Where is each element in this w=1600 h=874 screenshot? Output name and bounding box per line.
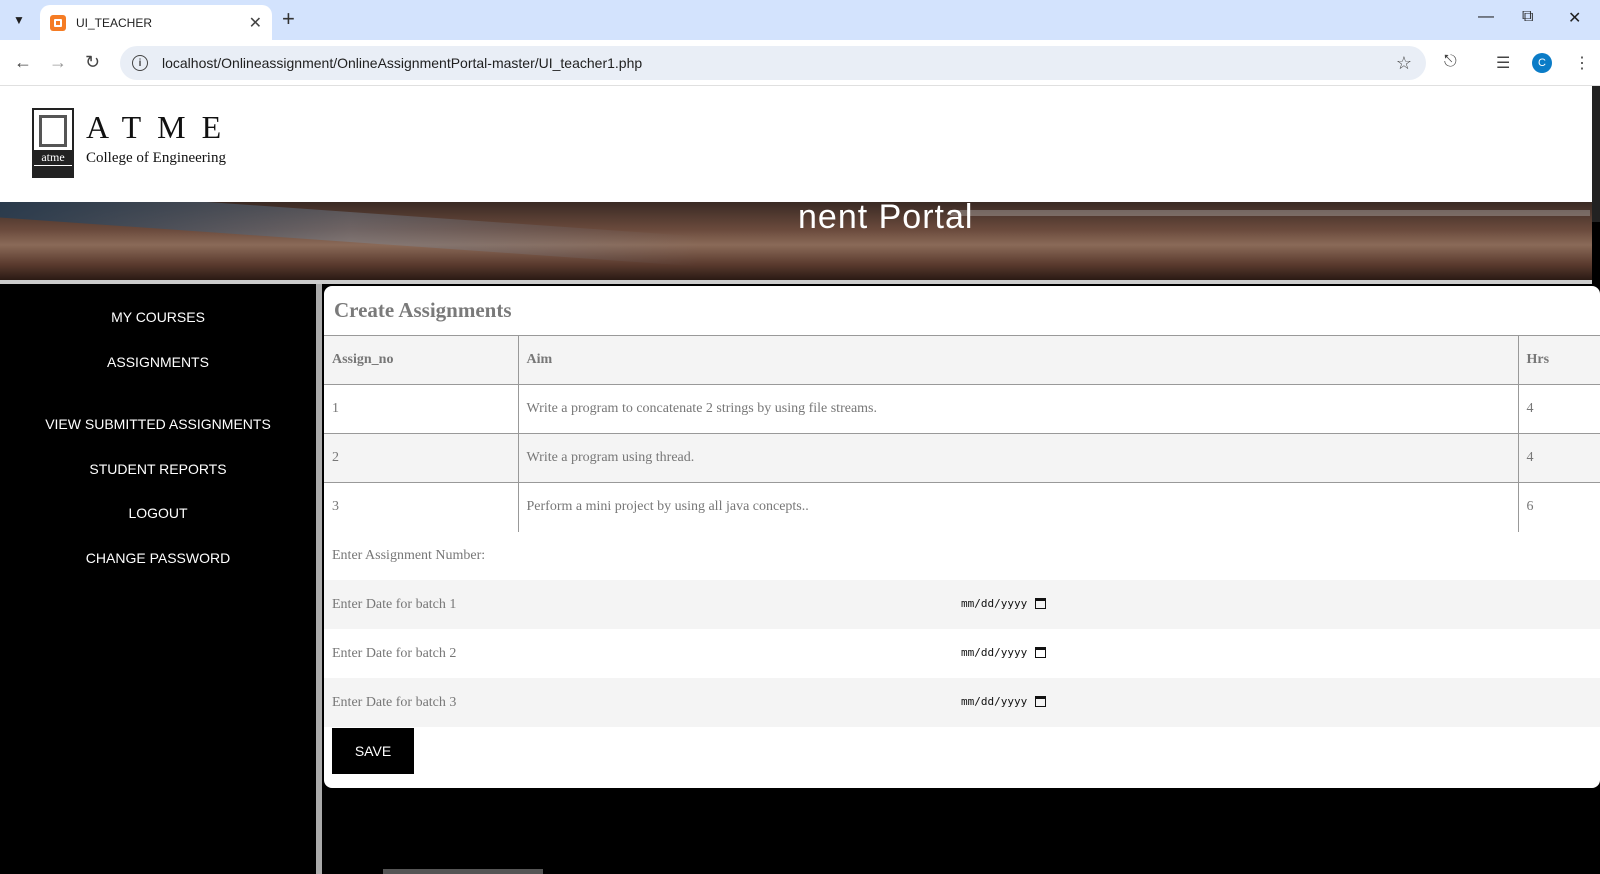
batch3-date-input[interactable]: mm/dd/yyyy [961, 695, 1047, 708]
sidebar-item-my-courses[interactable]: MY COURSES [0, 309, 316, 325]
cell-aim: Write a program using thread. [517, 433, 1518, 483]
batch1-label: Enter Date for batch 1 [332, 596, 457, 612]
sidebar-divider [316, 284, 322, 874]
batch3-label: Enter Date for batch 3 [332, 694, 457, 710]
cell-hrs: 4 [1517, 433, 1600, 483]
logo-mark-icon: atme [32, 108, 74, 178]
sidebar-item-logout[interactable]: LOGOUT [0, 505, 316, 521]
browser-menu-icon[interactable]: ⋮ [1574, 53, 1590, 73]
restore-icon[interactable]: ⧉ [1522, 8, 1533, 26]
sidebar-item-student-reports[interactable]: STUDENT REPORTS [0, 461, 316, 477]
sidebar-nav: MY COURSES ASSIGNMENTS VIEW SUBMITTED AS… [0, 284, 316, 874]
media-controls-icon[interactable]: ☰ [1496, 53, 1510, 73]
new-tab-icon[interactable]: + [282, 8, 295, 30]
batch3-row: Enter Date for batch 3 mm/dd/yyyy [324, 678, 1600, 727]
cell-aim: Perform a mini project by using all java… [517, 482, 1518, 532]
address-url[interactable]: localhost/Onlineassignment/OnlineAssignm… [162, 55, 1396, 71]
extensions-icon[interactable]: ⎋ [1444, 53, 1457, 71]
sidebar-item-view-submitted[interactable]: VIEW SUBMITTED ASSIGNMENTS [0, 416, 316, 432]
browser-tab[interactable]: UI_TEACHER ✕ [40, 5, 272, 40]
assignment-number-row: Enter Assignment Number: [324, 531, 1600, 580]
profile-avatar[interactable]: C [1532, 53, 1552, 73]
address-bar[interactable]: i localhost/Onlineassignment/OnlineAssig… [120, 46, 1426, 80]
batch1-row: Enter Date for batch 1 mm/dd/yyyy [324, 580, 1600, 629]
back-icon[interactable]: ← [14, 52, 32, 73]
minimize-icon[interactable]: — [1478, 8, 1494, 26]
column-header-hrs: Hrs [1517, 335, 1600, 385]
table-row: 2 Write a program using thread. 4 [324, 433, 1600, 483]
cell-assign-no: 2 [324, 433, 518, 483]
calendar-icon[interactable] [1035, 696, 1047, 707]
bookmark-star-icon[interactable]: ☆ [1396, 53, 1412, 74]
reload-icon[interactable]: ↻ [85, 52, 100, 73]
logo-subtitle: College of Engineering [86, 150, 226, 166]
banner: nent Portal [0, 202, 1592, 280]
sidebar-item-assignments[interactable]: ASSIGNMENTS [0, 354, 316, 370]
table-row: 3 Perform a mini project by using all ja… [324, 482, 1600, 532]
tab-title: UI_TEACHER [76, 15, 153, 30]
create-assignments-panel: Create Assignments Assign_no Aim Hrs 1 W… [324, 286, 1600, 788]
logo-title: ATME [86, 109, 238, 145]
column-header-assign-no: Assign_no [324, 335, 518, 385]
assignment-form: Enter Assignment Number: Enter Date for … [324, 531, 1600, 727]
page-scrollbar[interactable] [1592, 86, 1600, 222]
logo-mark-word: atme [34, 150, 72, 165]
calendar-icon[interactable] [1035, 647, 1047, 658]
calendar-icon[interactable] [1035, 598, 1047, 609]
browser-tab-bar: ▼ UI_TEACHER ✕ + — ⧉ ✕ [0, 0, 1600, 40]
browser-toolbar: ← → ↻ i localhost/Onlineassignment/Onlin… [0, 40, 1600, 86]
tab-close-icon[interactable]: ✕ [249, 13, 262, 33]
column-header-aim: Aim [517, 335, 1518, 385]
site-header: atme ATME College of Engineering [0, 86, 1592, 202]
forward-icon[interactable]: → [49, 52, 67, 73]
cell-aim: Write a program to concatenate 2 strings… [517, 384, 1518, 434]
xampp-favicon-icon [50, 14, 66, 31]
batch2-row: Enter Date for batch 2 mm/dd/yyyy [324, 629, 1600, 678]
web-page: atme ATME College of Engineering nent Po… [0, 86, 1600, 874]
site-info-icon[interactable]: i [132, 55, 148, 71]
save-button[interactable]: SAVE [332, 728, 414, 774]
cell-hrs: 4 [1517, 384, 1600, 434]
page-title: Create Assignments [334, 298, 512, 322]
window-close-icon[interactable]: ✕ [1568, 8, 1581, 28]
batch1-date-input[interactable]: mm/dd/yyyy [961, 597, 1047, 610]
sidebar-item-change-password[interactable]: CHANGE PASSWORD [0, 550, 316, 566]
banner-title: nent Portal [798, 202, 974, 236]
assignment-number-label: Enter Assignment Number: [332, 547, 486, 563]
tab-search-chevron-icon[interactable]: ▼ [6, 8, 32, 32]
batch2-date-input[interactable]: mm/dd/yyyy [961, 646, 1047, 659]
assignments-table: Assign_no Aim Hrs 1 Write a program to c… [324, 335, 1600, 532]
table-header-row: Assign_no Aim Hrs [324, 335, 1600, 385]
horizontal-scrollbar[interactable] [383, 869, 543, 874]
batch2-label: Enter Date for batch 2 [332, 645, 457, 661]
cell-assign-no: 1 [324, 384, 518, 434]
table-row: 1 Write a program to concatenate 2 strin… [324, 384, 1600, 434]
cell-assign-no: 3 [324, 482, 518, 532]
cell-hrs: 6 [1517, 482, 1600, 532]
college-logo: atme ATME College of Engineering [32, 108, 237, 178]
